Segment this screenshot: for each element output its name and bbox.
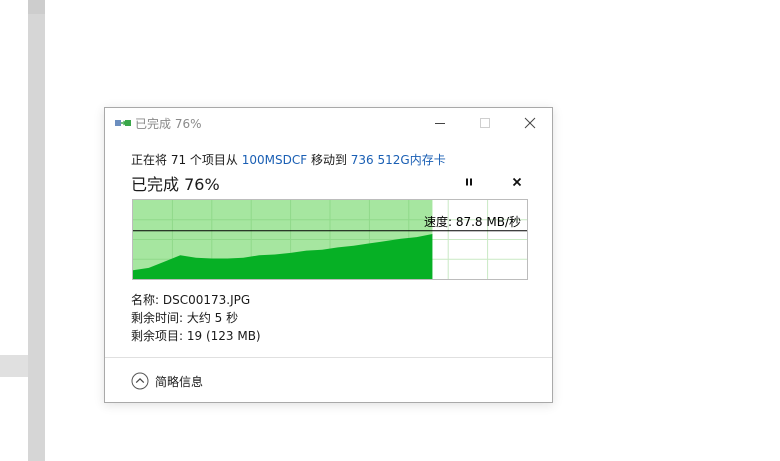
- background-window: [0, 0, 28, 461]
- fewer-details-label: 简略信息: [155, 374, 204, 389]
- transfer-middle: 移动到: [307, 153, 351, 167]
- speed-chart-svg: [133, 200, 527, 279]
- divider: [105, 357, 552, 358]
- maximize-icon: [479, 118, 490, 128]
- cancel-button[interactable]: [509, 174, 525, 190]
- fewer-details-button[interactable]: 简略信息: [131, 371, 203, 391]
- window-title: 已完成 76%: [135, 117, 202, 131]
- maximize-button[interactable]: [462, 108, 507, 138]
- source-folder-link[interactable]: 100MSDCF: [242, 153, 307, 167]
- transfer-speed-chart: 速度: 87.8 MB/秒: [132, 199, 528, 280]
- titlebar: 已完成 76%: [105, 108, 552, 138]
- chevron-up-circle-icon: [131, 372, 149, 390]
- transfer-prefix: 正在将 71 个项目从: [131, 153, 242, 167]
- transfer-summary: 正在将 71 个项目从 100MSDCF 移动到 736 512G内存卡: [131, 151, 446, 168]
- destination-folder-link[interactable]: 736 512G内存卡: [351, 153, 446, 167]
- pause-button[interactable]: [461, 174, 477, 190]
- background-scrollbar-thumb[interactable]: [28, 0, 45, 14]
- file-transfer-dialog: 已完成 76% 正在将 71 个项目从 100MSDCF 移动到 736 512…: [104, 107, 553, 403]
- minimize-button[interactable]: [417, 108, 462, 138]
- pause-icon: [466, 178, 472, 186]
- file-name-text: 名称: DSC00173.JPG: [131, 293, 251, 307]
- percent-complete-heading: 已完成 76%: [131, 175, 220, 194]
- time-remaining-text: 剩余时间: 大约 5 秒: [131, 311, 239, 325]
- file-transfer-icon: [115, 120, 131, 126]
- close-button[interactable]: [507, 108, 552, 138]
- minimize-icon: [434, 123, 445, 124]
- items-remaining-text: 剩余项目: 19 (123 MB): [131, 329, 261, 343]
- background-selected-row: [0, 355, 28, 377]
- speed-label: 速度: 87.8 MB/秒: [423, 215, 521, 229]
- close-icon: [524, 117, 535, 129]
- cancel-icon: [512, 177, 522, 187]
- background-scrollbar[interactable]: [28, 0, 45, 461]
